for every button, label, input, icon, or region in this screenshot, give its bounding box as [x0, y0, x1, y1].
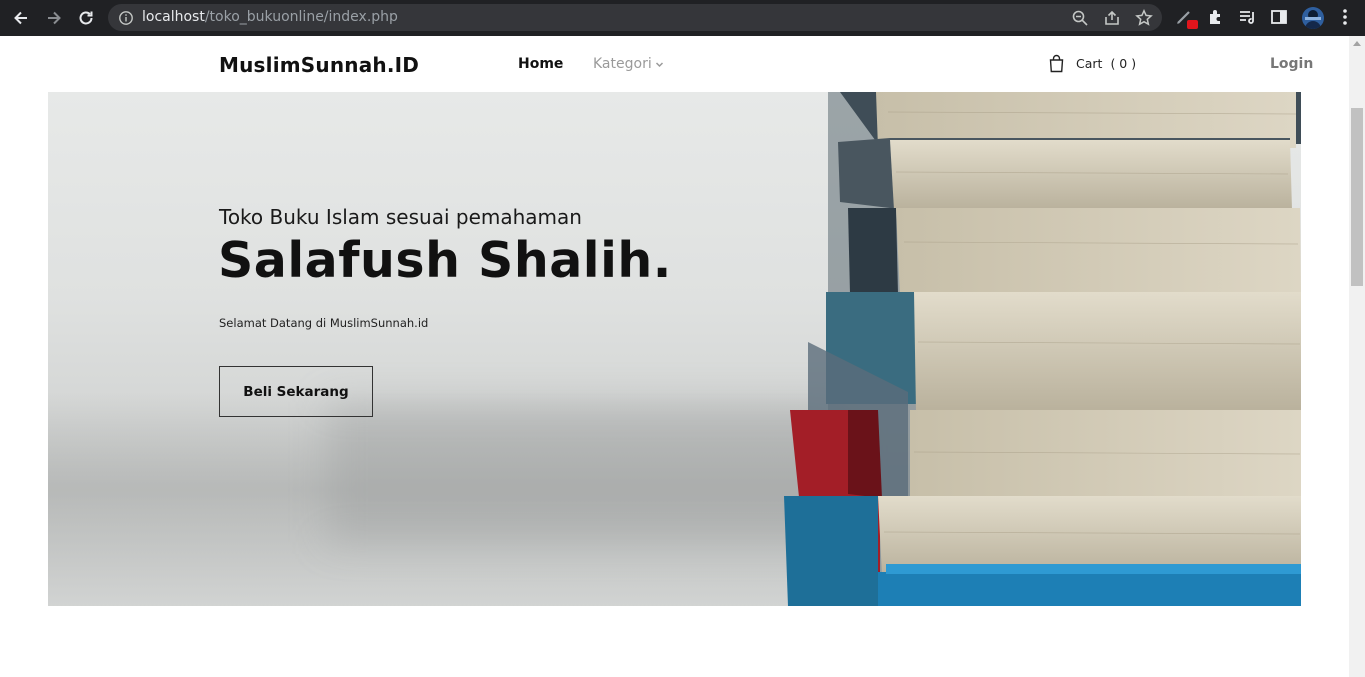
cart-link[interactable]: Cart ( 0 ): [1048, 54, 1136, 73]
reload-icon[interactable]: [74, 6, 98, 30]
book-stack-image: [784, 92, 1301, 606]
url-host: localhost: [142, 9, 205, 25]
zoom-icon[interactable]: [1071, 9, 1089, 27]
browser-toolbar: localhost/toko_bukuonline/index.php: [0, 0, 1365, 36]
reading-list-icon[interactable]: [1237, 7, 1257, 27]
nav-kategori-dropdown[interactable]: Kategori: [593, 56, 664, 72]
hero-welcome-text: Selamat Datang di MuslimSunnah.id: [219, 316, 429, 330]
hero-subtitle: Toko Buku Islam sesuai pemahaman: [219, 205, 582, 229]
cart-count: ( 0 ): [1110, 56, 1137, 71]
buy-now-button[interactable]: Beli Sekarang: [219, 366, 373, 417]
shopping-bag-icon: [1049, 54, 1064, 73]
side-panel-icon[interactable]: [1269, 7, 1289, 27]
extension-badge: [1187, 20, 1198, 29]
puzzle-extensions-icon[interactable]: [1206, 7, 1226, 27]
chevron-down-icon: [655, 61, 663, 67]
back-icon[interactable]: [9, 6, 33, 30]
nav-kategori-label: Kategori: [593, 56, 652, 72]
url-text[interactable]: localhost/toko_bukuonline/index.php: [142, 9, 398, 25]
share-icon[interactable]: [1103, 9, 1121, 27]
cart-label: Cart: [1076, 56, 1103, 71]
login-link[interactable]: Login: [1270, 56, 1313, 72]
info-icon[interactable]: [118, 10, 134, 26]
scroll-up-arrow-icon[interactable]: [1353, 41, 1361, 46]
hero-title: Salafush Shalih.: [218, 232, 672, 289]
kebab-menu-icon[interactable]: [1335, 7, 1355, 27]
profile-avatar[interactable]: [1302, 7, 1324, 29]
url-path: /toko_bukuonline/index.php: [204, 9, 398, 25]
hero-banner: Toko Buku Islam sesuai pemahaman Salafus…: [48, 92, 1301, 606]
site-logo[interactable]: MuslimSunnah.ID: [219, 53, 419, 77]
nav-home-link[interactable]: Home: [518, 56, 563, 72]
address-bar[interactable]: localhost/toko_bukuonline/index.php: [108, 4, 1162, 31]
scrollbar-thumb[interactable]: [1351, 108, 1363, 286]
forward-icon[interactable]: [42, 6, 66, 30]
site-header: MuslimSunnah.ID Home Kategori Cart ( 0 )…: [0, 36, 1349, 92]
star-icon[interactable]: [1135, 9, 1153, 27]
